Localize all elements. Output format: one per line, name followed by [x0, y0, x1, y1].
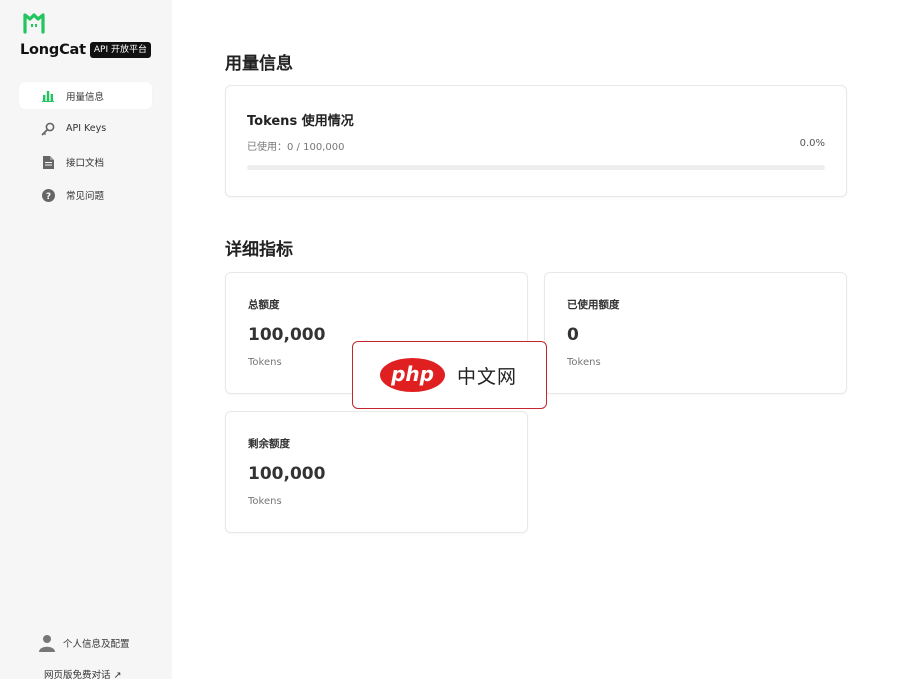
brand-name: LongCat — [20, 42, 86, 58]
user-icon — [39, 635, 55, 652]
sidebar-item-usage[interactable]: 用量信息 — [19, 82, 152, 109]
metric-label: 已使用额度 — [567, 299, 620, 311]
document-icon — [41, 155, 55, 169]
metric-label: 剩余额度 — [248, 438, 290, 450]
metric-unit: Tokens — [248, 357, 282, 368]
profile-label: 个人信息及配置 — [63, 639, 130, 650]
metric-card-used: 已使用额度 0 Tokens — [544, 272, 847, 394]
metric-label: 总额度 — [248, 299, 280, 311]
sidebar-item-label: 接口文档 — [66, 157, 105, 169]
sidebar-item-label: 常见问题 — [66, 190, 105, 202]
longcat-logo-icon[interactable] — [22, 12, 46, 34]
key-icon — [41, 122, 55, 136]
usage-percent: 0.0% — [799, 138, 825, 149]
php-logo-icon: php — [380, 358, 445, 392]
metric-card-remaining: 剩余额度 100,000 Tokens — [225, 411, 528, 533]
sidebar: LongCat API 开放平台 用量信息 API Keys 接口文档 ? 常见… — [0, 0, 172, 681]
sidebar-item-docs[interactable]: 接口文档 — [19, 148, 152, 175]
usage-used-text: 已使用：0 / 100,000 — [247, 142, 345, 153]
usage-section-title: 用量信息 — [225, 54, 293, 74]
brand[interactable]: LongCat API 开放平台 — [20, 41, 151, 59]
brand-tag: API 开放平台 — [89, 42, 151, 58]
tokens-usage-card: Tokens 使用情况 已使用：0 / 100,000 0.0% — [225, 85, 847, 197]
metric-unit: Tokens — [248, 496, 282, 507]
php-cn-watermark: php 中文网 — [352, 341, 547, 409]
metric-value: 100,000 — [248, 464, 326, 484]
metric-value: 0 — [567, 325, 579, 345]
metrics-section-title: 详细指标 — [225, 240, 293, 260]
sidebar-item-api-keys[interactable]: API Keys — [19, 115, 152, 142]
sidebar-item-faq[interactable]: ? 常见问题 — [19, 181, 152, 208]
watermark-site-text: 中文网 — [457, 365, 518, 388]
sidebar-item-label: API Keys — [66, 123, 107, 134]
svg-text:?: ? — [45, 192, 50, 202]
usage-progress-bar — [247, 165, 825, 170]
profile-settings-link[interactable]: 个人信息及配置 — [38, 634, 130, 652]
metric-unit: Tokens — [567, 357, 601, 368]
bar-chart-icon — [41, 89, 55, 103]
sidebar-item-label: 用量信息 — [66, 91, 105, 103]
sidebar-nav: 用量信息 API Keys 接口文档 ? 常见问题 — [19, 82, 152, 214]
metric-value: 100,000 — [248, 325, 326, 345]
question-icon: ? — [41, 188, 55, 202]
usage-card-title: Tokens 使用情况 — [247, 114, 354, 129]
php-logo-text: php — [390, 362, 434, 386]
